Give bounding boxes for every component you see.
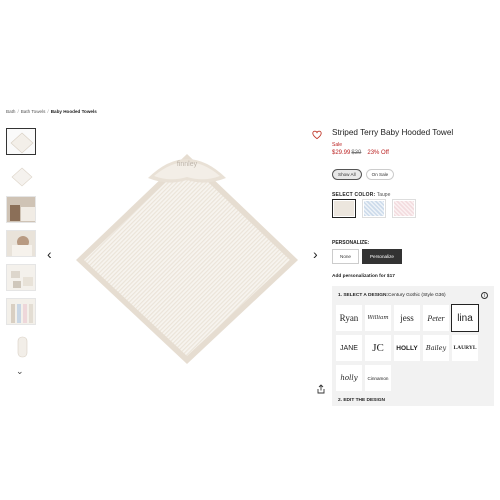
- price-current: $29.99: [332, 150, 351, 156]
- product-main-image: finnley: [76, 154, 298, 364]
- filter-pills: Show All On Sale: [332, 169, 395, 180]
- swatch-blue[interactable]: [362, 199, 386, 218]
- color-label: SELECT COLOR: Taupe: [332, 192, 390, 198]
- breadcrumb-item-current: Baby Hooded Towels: [50, 109, 97, 114]
- font-option-jane[interactable]: JANE: [336, 335, 362, 361]
- font-option-peter[interactable]: Peter: [423, 305, 449, 331]
- price-row: $29.99$39 23% Off: [332, 150, 389, 156]
- discount-label: 23% Off: [367, 150, 389, 156]
- product-title: Striped Terry Baby Hooded Towel: [332, 128, 454, 137]
- thumbnail-6[interactable]: [6, 298, 36, 325]
- thumbnail-image: [10, 132, 34, 154]
- filter-on-sale[interactable]: On Sale: [365, 169, 395, 180]
- font-option-jc[interactable]: JC: [365, 335, 391, 361]
- breadcrumb-separator: /: [17, 109, 19, 114]
- thumbnail-1[interactable]: [6, 128, 36, 155]
- font-option-cinnamon[interactable]: Cinnamon: [365, 365, 391, 391]
- color-swatches: [332, 199, 416, 218]
- personalize-label: PERSONALIZE:: [332, 240, 370, 246]
- chevron-right-icon[interactable]: ›: [313, 247, 318, 261]
- font-option-ryan[interactable]: Ryan: [336, 305, 362, 331]
- chevron-left-icon[interactable]: ‹: [47, 247, 52, 261]
- font-option-holly-caps[interactable]: HOLLY: [394, 335, 420, 361]
- thumbnail-image: [7, 299, 35, 324]
- swatch-fill: [394, 201, 414, 216]
- swatch-fill: [364, 201, 384, 216]
- font-option-jess[interactable]: jess: [394, 305, 420, 331]
- font-option-bailey[interactable]: Bailey: [423, 335, 449, 361]
- add-personalization-text: Add personalization for $17: [332, 274, 395, 279]
- design-step-1-label: 1. SELECT A DESIGN:: [338, 293, 389, 298]
- thumbnail-image: [17, 336, 28, 358]
- thumbnail-strip: [6, 128, 36, 366]
- font-option-william[interactable]: William: [365, 305, 391, 331]
- design-step-1: 1. SELECT A DESIGN:Century Gothic (Style…: [338, 293, 446, 298]
- thumbnail-5[interactable]: [6, 264, 36, 291]
- swatch-fill: [334, 201, 354, 216]
- design-panel: 1. SELECT A DESIGN:Century Gothic (Style…: [332, 286, 494, 406]
- font-option-lina[interactable]: lina: [451, 304, 479, 332]
- thumbnail-image: [7, 265, 35, 290]
- font-grid: Ryan William jess Peter lina JANE JC HOL…: [336, 304, 486, 391]
- thumbnail-2[interactable]: [6, 162, 36, 189]
- chevron-down-icon[interactable]: ⌄: [16, 367, 24, 376]
- design-step-2: 2. EDIT THE DESIGN: [338, 398, 385, 403]
- share-icon[interactable]: [316, 384, 326, 394]
- towel-monogram: finnley: [177, 161, 198, 168]
- personalize-button[interactable]: Personalize: [361, 249, 402, 264]
- personalize-options: None Personalize: [332, 249, 402, 264]
- thumbnail-image: [7, 197, 35, 222]
- sale-label: Sale: [332, 142, 343, 148]
- thumbnail-image: [11, 167, 33, 187]
- filter-show-all[interactable]: Show All: [332, 169, 362, 180]
- breadcrumb-item-bath[interactable]: Bath: [6, 109, 15, 114]
- color-label-value: Taupe: [376, 192, 391, 198]
- thumbnail-image: [7, 231, 35, 256]
- price-original: $39: [351, 150, 362, 156]
- info-icon[interactable]: i: [481, 292, 488, 299]
- thumbnail-3[interactable]: [6, 196, 36, 223]
- font-option-lauryl[interactable]: LAURYL: [452, 335, 478, 361]
- thumbnail-4[interactable]: [6, 230, 36, 257]
- heart-icon[interactable]: [312, 130, 322, 140]
- swatch-pink[interactable]: [392, 199, 416, 218]
- breadcrumb-separator: /: [47, 109, 49, 114]
- design-step-1-value: Century Gothic (Style G36): [388, 293, 446, 298]
- breadcrumb-item-bath-towels[interactable]: Bath Towels: [21, 109, 46, 114]
- color-label-heading: SELECT COLOR:: [332, 192, 376, 198]
- personalize-none-button[interactable]: None: [332, 249, 359, 264]
- thumbnail-7[interactable]: [6, 332, 36, 359]
- swatch-taupe[interactable]: [332, 199, 356, 218]
- breadcrumb: Bath / Bath Towels / Baby Hooded Towels: [6, 109, 97, 114]
- font-option-holly-script[interactable]: holly: [336, 365, 362, 391]
